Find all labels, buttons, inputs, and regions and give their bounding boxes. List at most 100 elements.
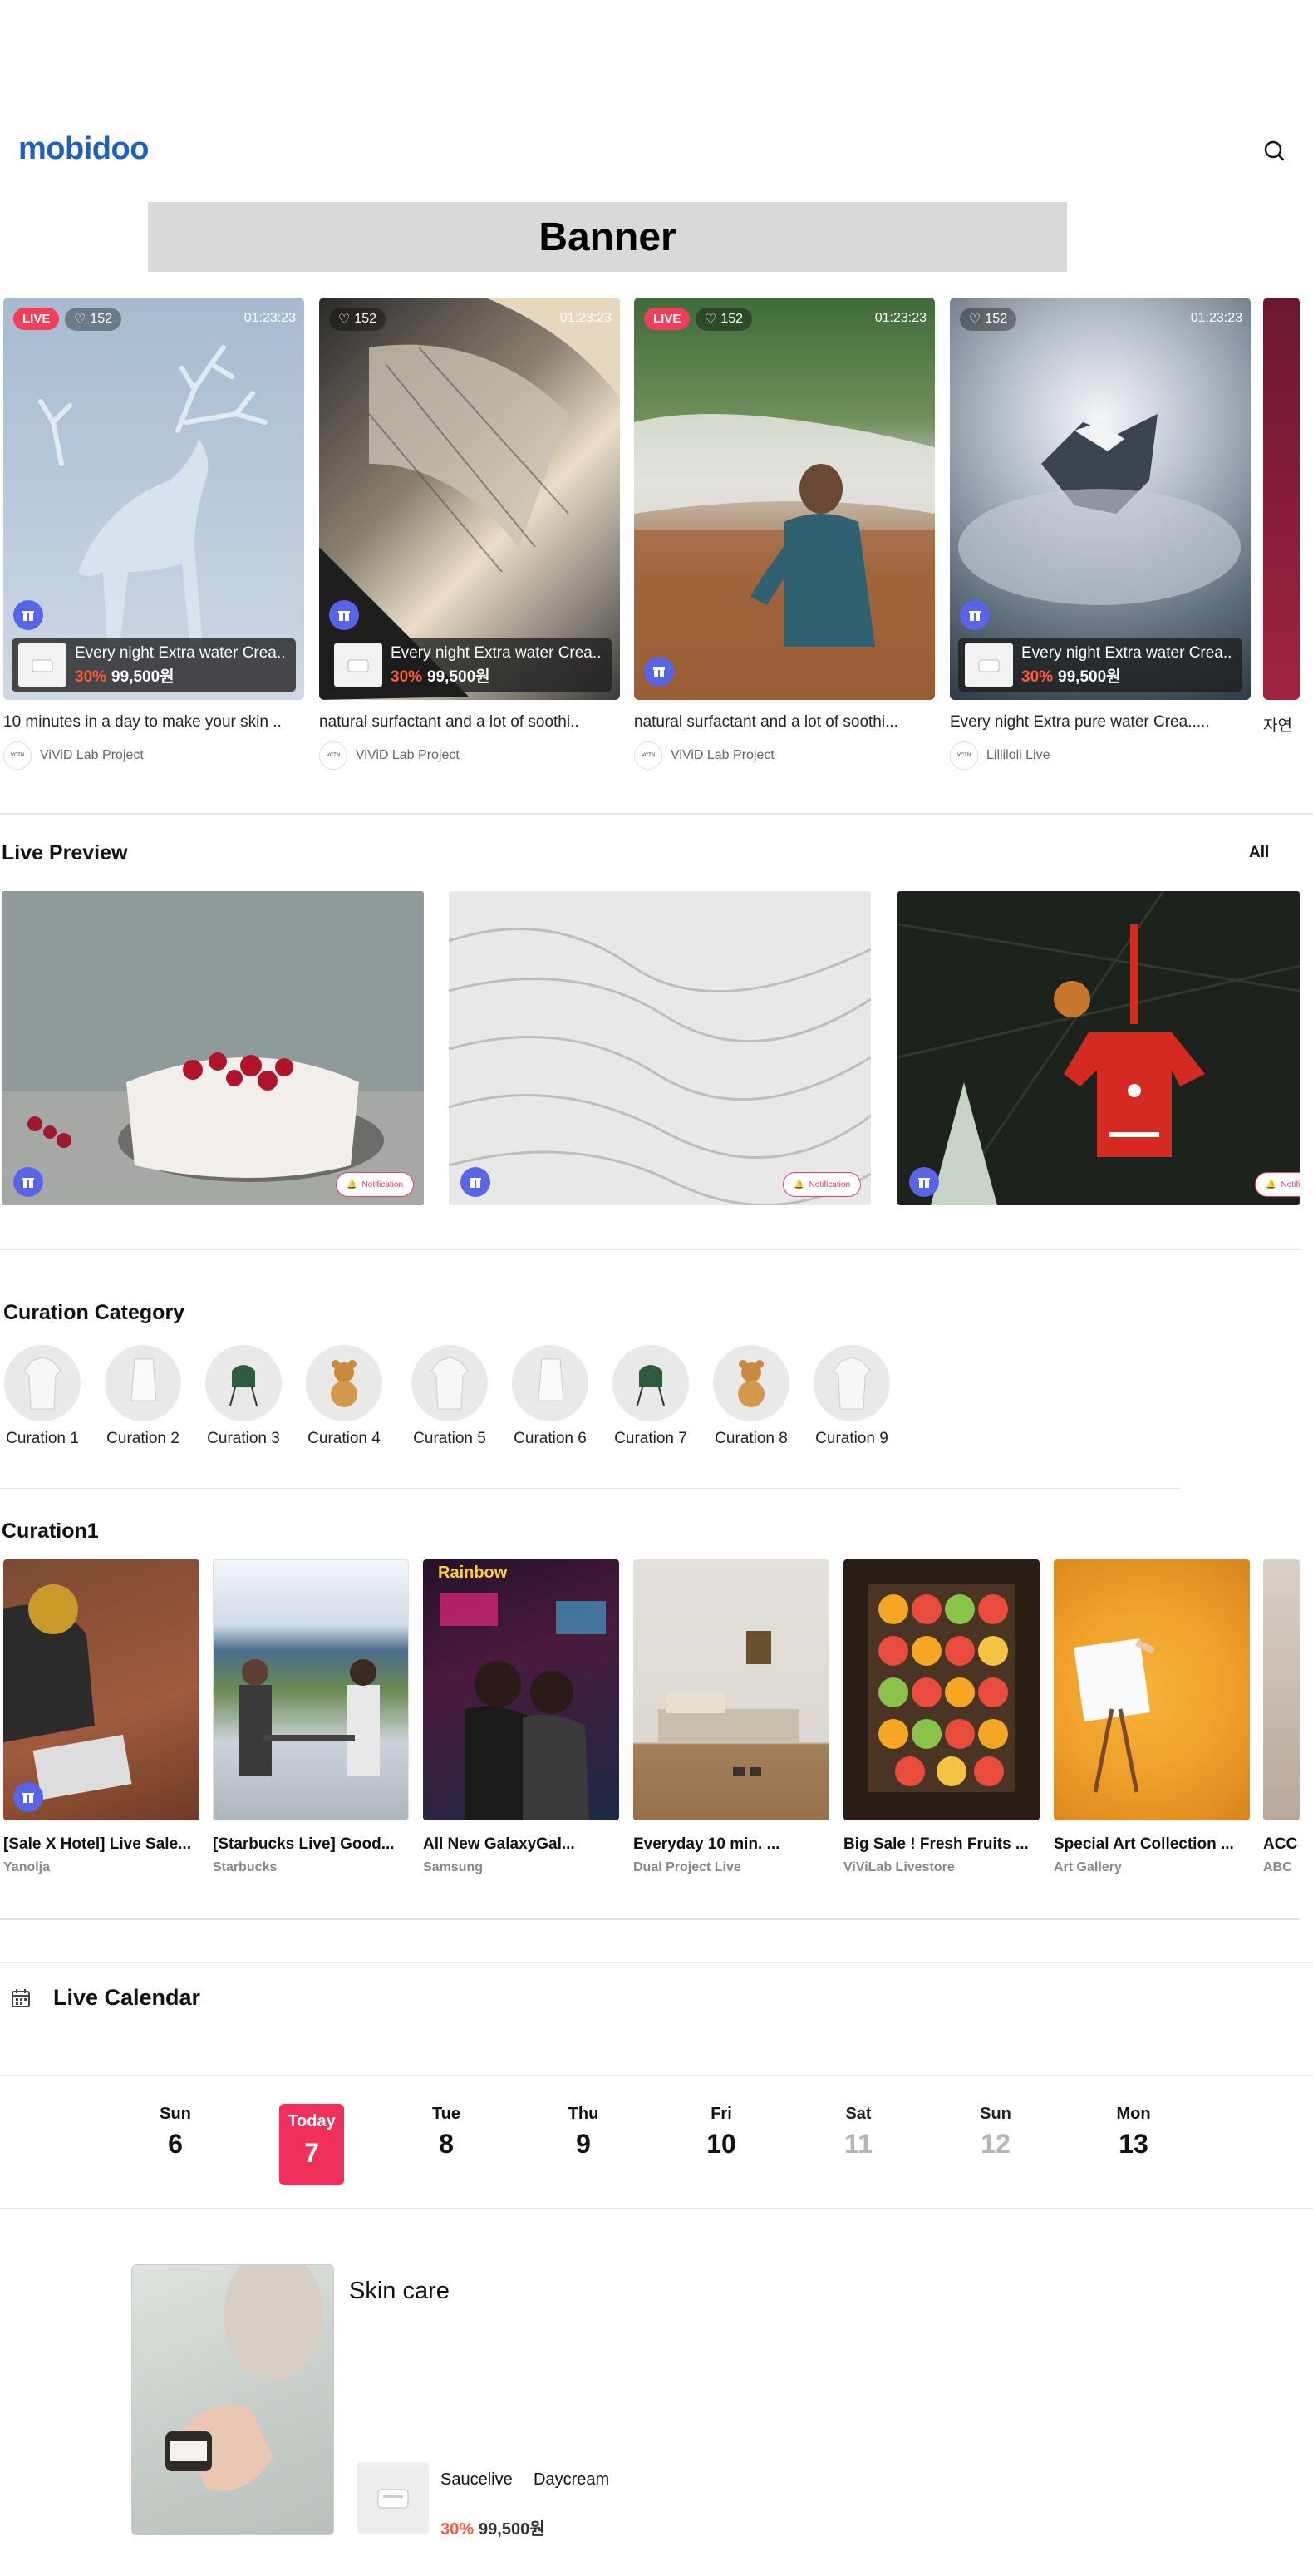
live-title[interactable]: Every night Extra pure water Crea..... [950, 713, 1245, 731]
seller-row[interactable]: VCTN ViViD Lab Project [3, 741, 304, 770]
calendar-day[interactable]: Sat 11 [825, 2105, 892, 2160]
curation-seller: Starbucks [213, 1860, 278, 1874]
day-name: Sun [160, 2105, 191, 2123]
live-card[interactable]: LIVE ♡ 152 01:23:23 natural surfactant an… [634, 298, 935, 770]
preview-card[interactable]: 🔔Notification [897, 891, 1300, 1205]
category-item[interactable]: Curation 6 [500, 1345, 600, 1448]
category-item[interactable]: Curation 5 [400, 1345, 499, 1448]
live-preview-title: Live Preview [2, 841, 128, 864]
heart-icon: ♡ [338, 313, 351, 327]
schedule-title[interactable]: Skin care [349, 2278, 450, 2305]
teddy-bear-thumbnail [306, 1345, 382, 1421]
notification-button[interactable]: 🔔Notification [336, 1172, 414, 1197]
product-overlay[interactable]: Every night Extra water Crea.. 30% 99,500… [327, 638, 612, 692]
product-overlay[interactable]: Every night Extra water Crea.. 30% 99,500… [12, 638, 296, 692]
search-button[interactable] [1260, 136, 1290, 166]
curation-card[interactable]: [Starbucks Live] Good... Starbucks [213, 1559, 409, 1875]
product-price: 99,500원 [111, 667, 175, 686]
schedule-price-row: 30% 99,500원 [440, 2515, 545, 2539]
seller-row[interactable]: VCTN Lilliloli Live [950, 741, 1251, 770]
gift-button[interactable] [13, 1782, 43, 1812]
live-title[interactable]: 10 minutes in a day to make your skin .. [3, 713, 298, 731]
product-overlay[interactable]: Every night Extra water Crea.. 30% 99,500… [958, 638, 1242, 692]
category-item[interactable]: Curation 9 [802, 1345, 902, 1448]
seller-logo: VCTN [634, 741, 662, 770]
live-thumbnail[interactable]: ♡ 152 01:23:23 Every night Extra water Cr… [950, 298, 1251, 700]
living-room-image [658, 1631, 799, 1776]
like-count-badge[interactable]: ♡ 152 [329, 308, 386, 331]
curation-card[interactable]: Special Art Collection ... Art Gallery [1054, 1559, 1250, 1875]
live-title[interactable]: natural surfactant and a lot of soothi.. [319, 713, 614, 731]
section-divider [0, 1249, 1300, 1250]
curation1-title: Curation1 [2, 1519, 99, 1543]
preview-card[interactable]: 🔔Notification [2, 891, 424, 1205]
promo-banner[interactable]: Banner [148, 202, 1067, 272]
calendar-day-today[interactable]: Today 7 [279, 2104, 344, 2185]
gift-button[interactable] [909, 1167, 939, 1197]
gift-button[interactable] [460, 1167, 490, 1197]
category-item[interactable]: Curation 3 [194, 1345, 293, 1448]
galaxy-neon-image: Rainbow [438, 1564, 606, 1820]
schedule-product-thumbnail[interactable] [357, 2462, 429, 2534]
gift-icon [22, 611, 34, 621]
category-item[interactable]: Curation 2 [93, 1345, 193, 1448]
gift-icon [338, 611, 350, 621]
paper-waves-image [449, 891, 871, 1205]
live-card[interactable]: 자연 [1263, 298, 1300, 736]
curation-seller: Dual Project Live [633, 1860, 741, 1874]
curation-thumbnail [633, 1559, 829, 1820]
calendar-day[interactable]: Sun 6 [142, 2105, 209, 2160]
gift-button[interactable] [13, 1167, 43, 1197]
calendar-day[interactable]: Mon 13 [1100, 2105, 1167, 2160]
category-label: Curation 7 [614, 1430, 687, 1447]
live-thumbnail[interactable]: LIVE ♡ 152 01:23:23 [634, 298, 935, 700]
live-thumbnail[interactable] [1263, 298, 1300, 700]
gift-button[interactable] [13, 600, 43, 630]
live-card[interactable]: LIVE ♡ 152 01:23:23 Every night Extra wat… [3, 298, 304, 770]
day-name: Sun [980, 2105, 1011, 2123]
section-divider [0, 2208, 1313, 2209]
category-item[interactable]: Curation 1 [0, 1345, 92, 1448]
notification-button[interactable]: 🔔Notification [783, 1172, 861, 1197]
gift-button[interactable] [960, 600, 990, 630]
curation-card[interactable]: ACC ABC [1263, 1559, 1300, 1875]
category-item[interactable]: Curation 8 [701, 1345, 801, 1448]
calendar-day[interactable]: Fri 10 [688, 2105, 755, 2160]
like-count-badge[interactable]: ♡ 152 [65, 308, 122, 331]
preview-card[interactable]: 🔔Notification [449, 891, 871, 1205]
day-name: Fri [711, 2105, 732, 2123]
gift-button[interactable] [329, 600, 359, 630]
calendar-day[interactable]: Sun 12 [962, 2105, 1029, 2160]
category-item[interactable]: Curation 7 [601, 1345, 701, 1448]
notification-button[interactable]: 🔔Notification [1255, 1172, 1300, 1197]
curation-title: [Sale X Hotel] Live Sale... [3, 1835, 191, 1853]
calendar-day[interactable]: Tue 8 [413, 2105, 479, 2160]
live-title[interactable]: natural surfactant and a lot of soothi..… [634, 713, 929, 731]
curation-card[interactable]: Big Sale ! Fresh Fruits ... ViViLab Live… [843, 1559, 1040, 1875]
farmer-image [634, 414, 935, 700]
curation-card[interactable]: [Sale X Hotel] Live Sale... Yanolja [3, 1559, 199, 1875]
section-divider [0, 813, 1313, 815]
product-thumbnail [334, 643, 382, 687]
seller-row[interactable]: VCTN ViViD Lab Project [319, 741, 620, 770]
curation-card[interactable]: Everyday 10 min. ... Dual Project Live [633, 1559, 829, 1875]
see-all-link[interactable]: All [1249, 844, 1269, 862]
mobidoo-logo[interactable]: mobidoo [18, 131, 149, 167]
shirt-thumbnail [814, 1345, 890, 1421]
section-divider [0, 1962, 1313, 1963]
live-title[interactable]: 자연 [1263, 713, 1300, 736]
seller-row[interactable]: VCTN ViViD Lab Project [634, 741, 935, 770]
chair-thumbnail [612, 1345, 689, 1421]
gift-button[interactable] [644, 657, 674, 687]
live-card[interactable]: ♡ 152 01:23:23 Every night Extra water Cr… [319, 298, 620, 770]
live-badge: LIVE [13, 308, 60, 330]
calendar-day[interactable]: Thu 9 [550, 2105, 617, 2160]
like-count-badge[interactable]: ♡ 152 [960, 308, 1017, 331]
curation-card[interactable]: Rainbow All New GalaxyGal... Samsung [423, 1559, 619, 1875]
schedule-thumbnail[interactable] [131, 2264, 334, 2535]
category-item[interactable]: Curation 4 [294, 1345, 394, 1448]
live-thumbnail[interactable]: LIVE ♡ 152 01:23:23 Every night Extra wat… [3, 298, 304, 700]
like-count-badge[interactable]: ♡ 152 [696, 308, 753, 331]
live-card[interactable]: ♡ 152 01:23:23 Every night Extra water Cr… [950, 298, 1251, 770]
live-thumbnail[interactable]: ♡ 152 01:23:23 Every night Extra water Cr… [319, 298, 620, 700]
